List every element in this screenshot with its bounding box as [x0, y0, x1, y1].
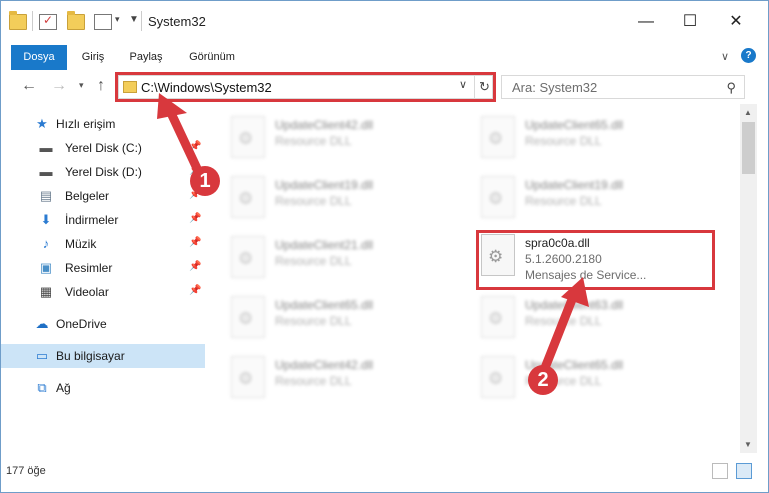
step-2-badge: 2 [528, 365, 558, 395]
annotation-arrows [157, 93, 589, 383]
step-1-badge: 1 [190, 166, 220, 196]
arrow-1-head [157, 93, 187, 119]
explorer-window: ✓ ▾ ▼ System32 — ☐ ✕ Dosya Giriş Paylaş … [0, 0, 769, 493]
